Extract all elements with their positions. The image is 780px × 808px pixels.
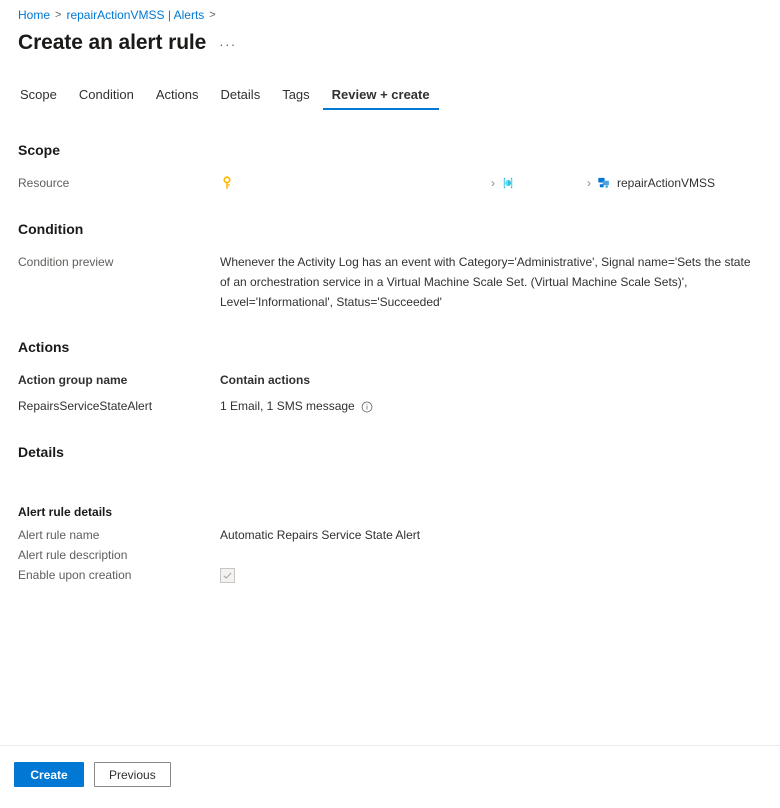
- scope-section: Scope Resource › › repairActionVMSS: [18, 140, 762, 193]
- condition-preview-row: Condition preview Whenever the Activity …: [18, 252, 762, 312]
- breadcrumb: Home > repairActionVMSS | Alerts >: [0, 0, 780, 23]
- actions-column-contain-actions: Contain actions: [220, 373, 311, 387]
- actions-table-header: Action group name Contain actions: [18, 370, 762, 390]
- tab-review-create-label: Review + create: [331, 87, 430, 102]
- alert-rule-description-label: Alert rule description: [18, 548, 128, 562]
- more-options-icon[interactable]: ···: [216, 38, 240, 52]
- tab-details-label: Details: [220, 87, 261, 102]
- scope-resource-row: Resource › › repairActionVMSS: [18, 173, 762, 193]
- enable-upon-creation-row: Enable upon creation: [18, 565, 762, 585]
- alert-rule-name-value: Automatic Repairs Service State Alert: [220, 528, 421, 542]
- tab-tags-label: Tags: [282, 87, 310, 102]
- breadcrumb-separator-icon: >: [55, 9, 62, 21]
- tab-actions-label: Actions: [155, 87, 199, 102]
- info-icon[interactable]: [361, 401, 373, 413]
- page-title: Create an alert rule: [18, 31, 207, 54]
- tab-scope[interactable]: Scope: [18, 83, 68, 110]
- tab-condition-label: Condition: [78, 87, 134, 102]
- scope-path-resource-group[interactable]: [501, 176, 521, 190]
- scope-path-separator-2-icon: ›: [587, 176, 591, 190]
- actions-heading: Actions: [18, 339, 70, 355]
- alert-rule-details-subheading: Alert rule details: [18, 505, 113, 519]
- scope-resource-path: › › repairActionVMSS: [220, 173, 762, 193]
- enable-upon-creation-value: [220, 565, 762, 585]
- scope-path-vmss-name: repairActionVMSS: [617, 176, 716, 190]
- condition-preview-value: Whenever the Activity Log has an event w…: [220, 255, 751, 309]
- condition-heading: Condition: [18, 221, 84, 237]
- wizard-footer: Create Previous: [0, 745, 780, 808]
- alert-rule-name-row: Alert rule name Automatic Repairs Servic…: [18, 525, 762, 545]
- tab-tags[interactable]: Tags: [271, 83, 320, 110]
- resource-group-icon: [501, 176, 515, 190]
- table-row: RepairsServiceStateAlert 1 Email, 1 SMS …: [18, 395, 762, 417]
- details-section: Details Alert rule details Alert rule na…: [18, 442, 762, 585]
- enable-upon-creation-label: Enable upon creation: [18, 568, 132, 582]
- contain-actions-value: 1 Email, 1 SMS message: [220, 399, 355, 413]
- previous-button[interactable]: Previous: [94, 762, 171, 787]
- scope-path-vmss[interactable]: repairActionVMSS: [597, 173, 715, 193]
- enable-upon-creation-checkbox[interactable]: [220, 568, 235, 583]
- condition-preview-label: Condition preview: [18, 255, 114, 269]
- actions-column-action-group-name: Action group name: [18, 373, 128, 387]
- scope-path-separator-1-icon: ›: [491, 176, 495, 190]
- tab-review-create[interactable]: Review + create: [321, 83, 441, 110]
- breadcrumb-item-home[interactable]: Home: [18, 7, 50, 23]
- tab-condition[interactable]: Condition: [68, 83, 145, 110]
- vmss-icon: [597, 176, 611, 190]
- create-button[interactable]: Create: [14, 762, 84, 787]
- page-header: Create an alert rule ···: [0, 23, 780, 57]
- actions-section: Actions Action group name Contain action…: [18, 337, 762, 417]
- action-group-name-value: RepairsServiceStateAlert: [18, 399, 153, 413]
- alert-rule-description-row: Alert rule description: [18, 545, 762, 565]
- breadcrumb-separator-icon-2: >: [209, 9, 216, 21]
- tab-details[interactable]: Details: [209, 83, 271, 110]
- breadcrumb-item-alerts[interactable]: repairActionVMSS | Alerts: [66, 7, 204, 23]
- details-heading: Details: [18, 444, 64, 460]
- wizard-tabs: Scope Condition Actions Details Tags Rev…: [0, 83, 780, 110]
- tab-actions[interactable]: Actions: [145, 83, 210, 110]
- key-icon: [220, 176, 234, 190]
- review-content: Scope Resource › › repairActionVMSS Cond…: [0, 140, 780, 585]
- tab-scope-label: Scope: [20, 87, 57, 102]
- checkmark-icon: [223, 572, 232, 579]
- scope-resource-label: Resource: [18, 176, 70, 190]
- condition-section: Condition Condition preview Whenever the…: [18, 219, 762, 312]
- alert-rule-name-label: Alert rule name: [18, 528, 100, 542]
- scope-heading: Scope: [18, 142, 61, 158]
- scope-path-subscription[interactable]: [220, 176, 240, 190]
